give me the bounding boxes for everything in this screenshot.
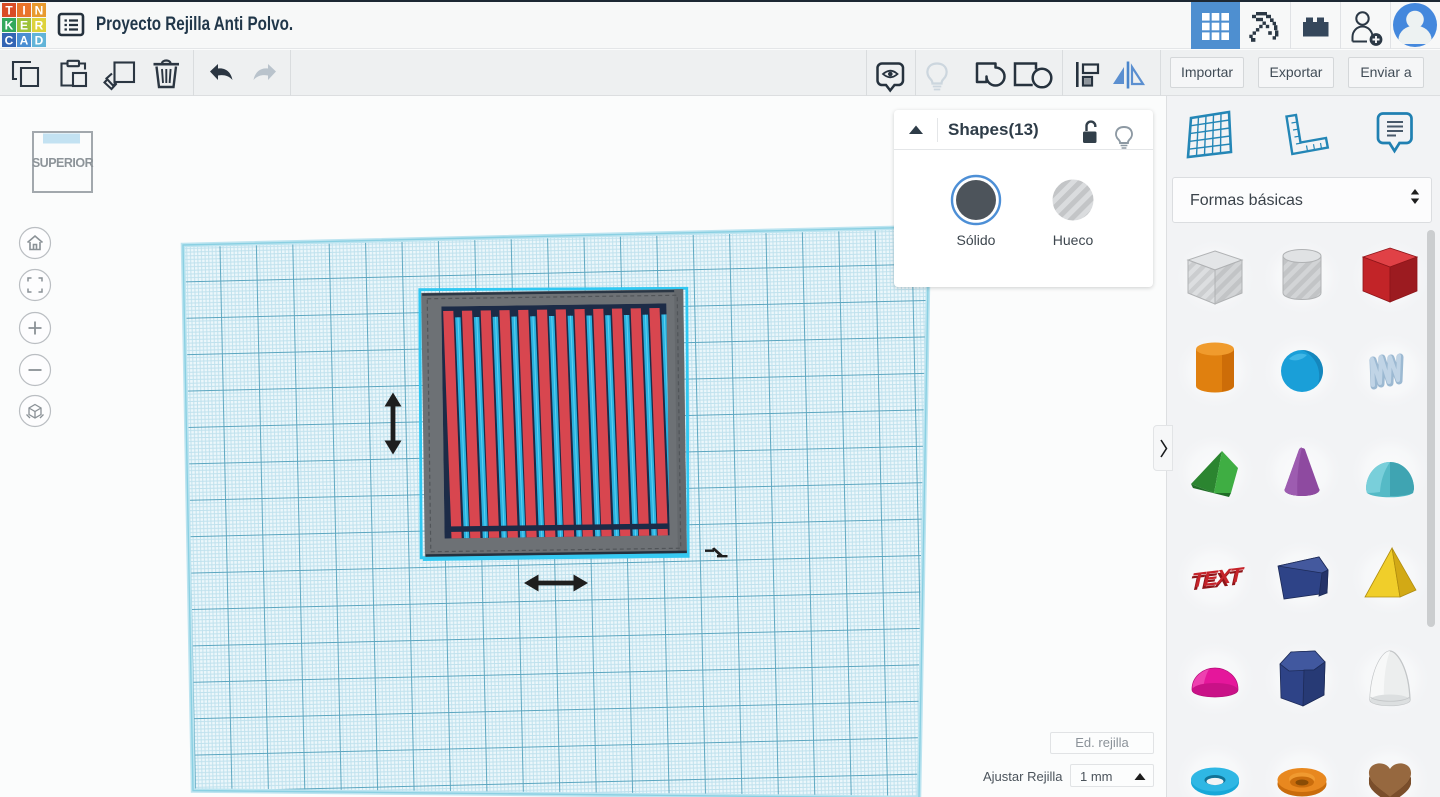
svg-text:N: N — [35, 4, 44, 18]
svg-text:I: I — [22, 4, 25, 18]
svg-text:D: D — [35, 34, 44, 48]
svg-text:E: E — [20, 19, 28, 33]
svg-text:SUPERIOR: SUPERIOR — [32, 156, 94, 170]
svg-text:C: C — [5, 34, 14, 48]
svg-text:R: R — [35, 19, 44, 33]
svg-text:T: T — [5, 4, 13, 18]
svg-text:A: A — [20, 34, 29, 48]
svg-text:K: K — [5, 19, 14, 33]
